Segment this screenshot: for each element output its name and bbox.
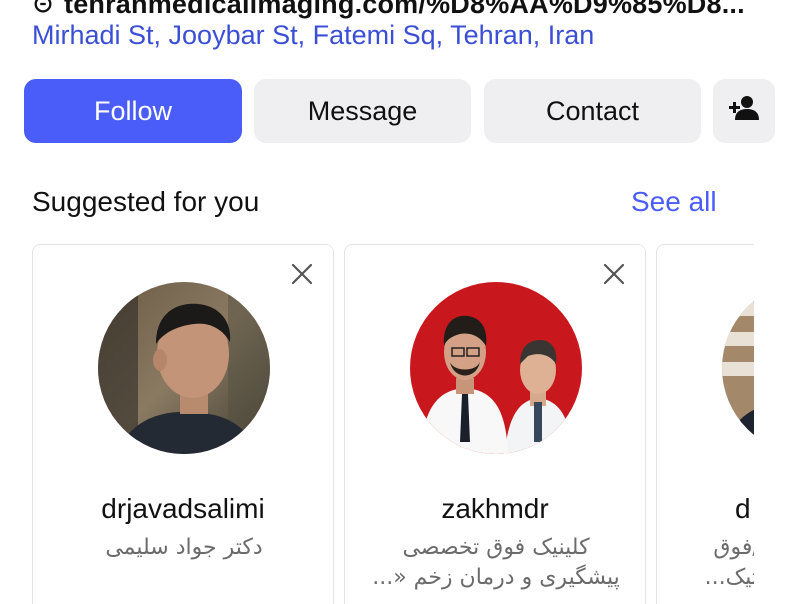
message-button[interactable]: Message (254, 79, 471, 143)
link-icon (32, 0, 54, 15)
suggested-title: Suggested for you (32, 186, 260, 217)
close-icon (603, 263, 625, 290)
dismiss-button[interactable] (289, 263, 315, 289)
suggested-bio: کلینیک فوق تخصصی پیشگیری و درمان زخم «..… (372, 535, 620, 590)
add-person-button[interactable] (713, 79, 775, 143)
address-link[interactable]: Mirhadi St, Jooybar St, Fatemi Sq, Tehra… (32, 20, 594, 51)
suggested-username[interactable]: zakhmdr (345, 493, 645, 525)
suggested-card[interactable]: d ی/فوق ستیک... (656, 244, 754, 604)
suggested-carousel[interactable]: drjavadsalimi دکتر جواد سلیمی zakhmdr کل… (32, 244, 754, 604)
suggested-card[interactable]: drjavadsalimi دکتر جواد سلیمی (32, 244, 334, 604)
see-all-link[interactable]: See all (631, 186, 717, 218)
dismiss-button[interactable] (601, 263, 627, 289)
suggested-bio: دکتر جواد سلیمی (105, 535, 263, 560)
avatar[interactable] (722, 282, 754, 454)
suggested-username[interactable]: drjavadsalimi (33, 493, 333, 525)
add-person-icon (727, 94, 761, 129)
avatar[interactable] (98, 282, 270, 454)
contact-button[interactable]: Contact (484, 79, 701, 143)
website-link[interactable]: tehranmedicalimaging.com/%D8%AA%D9%85%D8… (32, 0, 800, 22)
close-icon (291, 263, 313, 290)
suggested-username[interactable]: d (735, 493, 751, 525)
follow-button[interactable]: Follow (24, 79, 242, 143)
suggested-card[interactable]: zakhmdr کلینیک فوق تخصصی پیشگیری و درمان… (344, 244, 646, 604)
suggested-bio: ی/فوق ستیک... (704, 535, 754, 590)
avatar[interactable] (410, 282, 582, 454)
website-link-text[interactable]: tehranmedicalimaging.com/%D8%AA%D9%85%D8… (64, 0, 745, 20)
